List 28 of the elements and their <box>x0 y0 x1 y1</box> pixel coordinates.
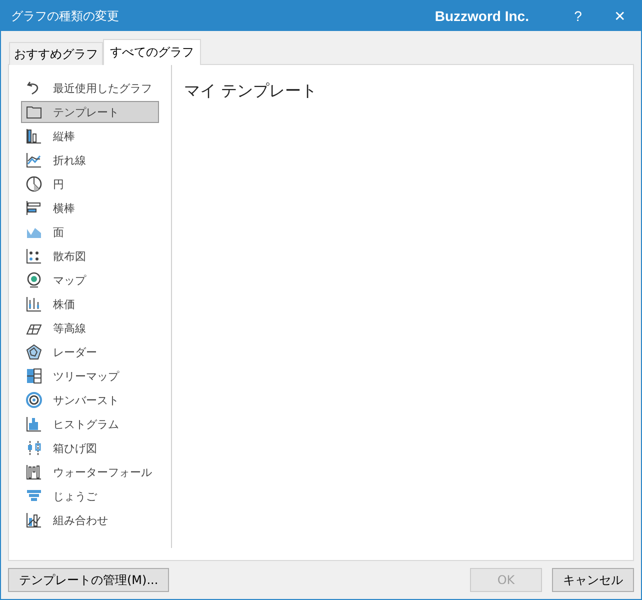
sidebar-item[interactable]: じょうご <box>21 485 159 507</box>
sidebar-item[interactable]: 散布図 <box>21 245 159 267</box>
sidebar-item[interactable]: 縦棒 <box>21 125 159 147</box>
help-button[interactable]: ? <box>557 1 599 31</box>
sidebar-item[interactable]: サンバースト <box>21 389 159 411</box>
sidebar-item[interactable]: ヒストグラム <box>21 413 159 435</box>
sidebar-item[interactable]: 円 <box>21 173 159 195</box>
sidebar-item[interactable]: マップ <box>21 269 159 291</box>
close-button[interactable]: ✕ <box>599 1 641 31</box>
sidebar-item[interactable]: ツリーマップ <box>21 365 159 387</box>
sidebar-item[interactable]: 面 <box>21 221 159 243</box>
sidebar-item[interactable]: 等高線 <box>21 317 159 339</box>
dialog-button[interactable]: テンプレートの管理(M)... <box>8 568 170 592</box>
sidebar-item[interactable]: 株価 <box>21 293 159 315</box>
sidebar-item[interactable]: テンプレート <box>21 101 159 123</box>
tab[interactable]: すべてのグラフ <box>103 39 201 65</box>
window-title: グラフの種類の変更 <box>11 8 120 24</box>
sidebar-item[interactable]: 組み合わせ <box>21 509 159 531</box>
section-heading: マイ テンプレート <box>184 81 318 100</box>
dialog-button[interactable]: キャンセル <box>552 568 634 592</box>
sidebar-item[interactable]: ウォーターフォール <box>21 461 159 483</box>
tab[interactable]: おすすめグラフ <box>9 42 103 65</box>
sidebar-item[interactable]: 横棒 <box>21 197 159 219</box>
sidebar-item[interactable]: 箱ひげ図 <box>21 437 159 459</box>
brand-name: Buzzword Inc. <box>434 8 529 24</box>
sidebar-item[interactable]: 最近使用したグラフ <box>21 77 159 99</box>
sidebar-item[interactable]: レーダー <box>21 341 159 363</box>
sidebar-item[interactable]: 折れ線 <box>21 149 159 171</box>
